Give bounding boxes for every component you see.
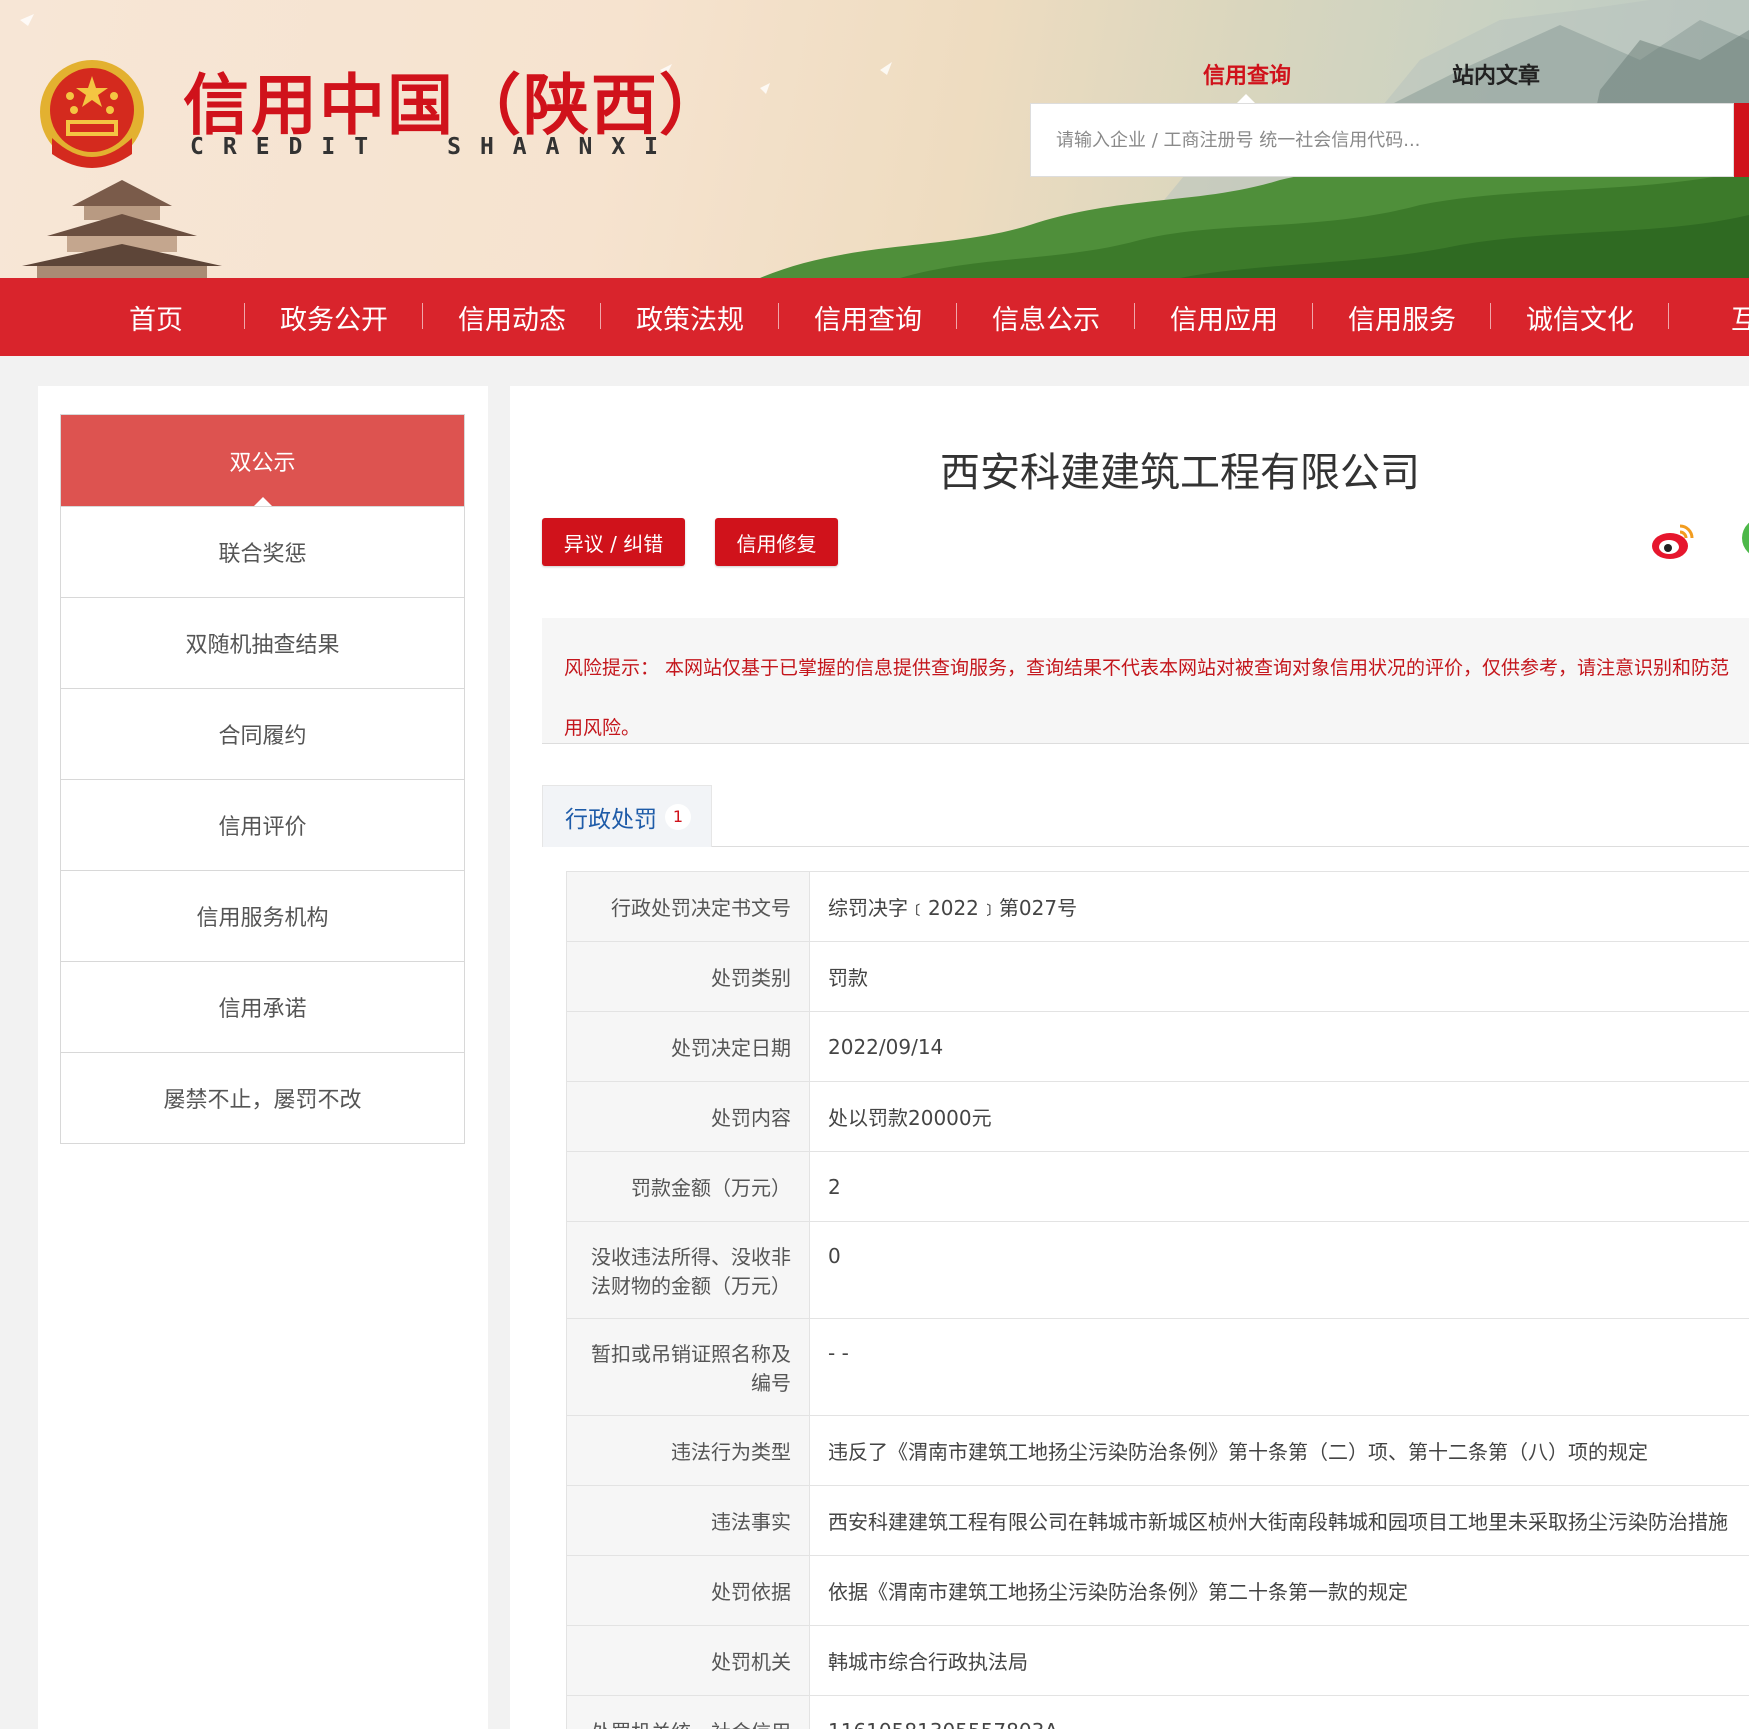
record-tabs: 行政处罚 1 bbox=[542, 785, 1749, 847]
field-value: 违反了《渭南市建筑工地扬尘污染防治条例》第十条第（二）项、第十二条第（八）项的规… bbox=[809, 1415, 1749, 1486]
tab-label: 行政处罚 bbox=[565, 806, 657, 833]
field-value: - - bbox=[809, 1318, 1749, 1416]
field-value: 2 bbox=[809, 1151, 1749, 1222]
field-value: 罚款 bbox=[809, 941, 1749, 1012]
weibo-share-icon[interactable] bbox=[1650, 518, 1698, 562]
sidebar-item-joint-rewards[interactable]: 联合奖惩 bbox=[61, 506, 464, 597]
field-label: 违法行为类型 bbox=[566, 1415, 810, 1486]
table-row: 行政处罚决定书文号 综罚决字﹝2022﹞第027号 bbox=[566, 871, 1749, 942]
main-nav: 首页 政务公开 信用动态 政策法规 信用查询 信息公示 信用应用 信用服务 诚信… bbox=[0, 278, 1749, 356]
site-subtitle: CREDIT SHAANXI bbox=[190, 134, 737, 160]
main-content: 西安科建建筑工程有限公司 异议 / 纠错 信用修复 风险提示： 本网站仅基于已掌… bbox=[510, 386, 1749, 1729]
field-label: 处罚内容 bbox=[566, 1081, 810, 1152]
field-label: 没收违法所得、没收非法财物的金额（万元） bbox=[566, 1221, 810, 1319]
field-label: 处罚机关 bbox=[566, 1625, 810, 1696]
nav-item-policy[interactable]: 政策法规 bbox=[601, 298, 779, 337]
company-name: 西安科建建筑工程有限公司 bbox=[940, 450, 1420, 496]
nav-item-public-info[interactable]: 信息公示 bbox=[957, 298, 1135, 337]
table-row: 违法行为类型 违反了《渭南市建筑工地扬尘污染防治条例》第十条第（二）项、第十二条第… bbox=[566, 1415, 1749, 1486]
credit-repair-button[interactable]: 信用修复 bbox=[715, 518, 838, 566]
field-value: 处以罚款20000元 bbox=[809, 1081, 1749, 1152]
table-row: 罚款金额（万元） 2 bbox=[566, 1151, 1749, 1222]
field-value: 2022/09/14 bbox=[809, 1011, 1749, 1082]
site-subtitle-credit: CREDIT bbox=[190, 134, 388, 160]
nav-item-credit-service[interactable]: 信用服务 bbox=[1313, 298, 1491, 337]
nav-item-home[interactable]: 首页 bbox=[67, 298, 245, 337]
sidebar-item-random-inspection[interactable]: 双随机抽查结果 bbox=[61, 597, 464, 688]
risk-notice: 风险提示： 本网站仅基于已掌握的信息提供查询服务，查询结果不代表本网站对被查询对… bbox=[542, 618, 1749, 744]
field-label: 处罚决定日期 bbox=[566, 1011, 810, 1082]
nav-item-credit-app[interactable]: 信用应用 bbox=[1135, 298, 1313, 337]
field-label: 处罚机关统一社会信用 bbox=[566, 1695, 810, 1729]
sidebar-item-double-publicity[interactable]: 双公示 bbox=[61, 415, 464, 507]
field-label: 违法事实 bbox=[566, 1485, 810, 1556]
nav-item-credit-news[interactable]: 信用动态 bbox=[423, 298, 601, 337]
tab-count-badge: 1 bbox=[665, 803, 691, 830]
wechat-share-icon[interactable] bbox=[1742, 518, 1749, 558]
pagoda-icon bbox=[22, 180, 222, 278]
field-label: 暂扣或吊销证照名称及编号 bbox=[566, 1318, 810, 1416]
field-label: 罚款金额（万元） bbox=[566, 1151, 810, 1222]
national-emblem-icon bbox=[40, 60, 144, 168]
nav-item-interaction[interactable]: 互动 bbox=[1669, 298, 1749, 337]
field-value: 韩城市综合行政执法局 bbox=[809, 1625, 1749, 1696]
table-row: 处罚内容 处以罚款20000元 bbox=[566, 1081, 1749, 1152]
field-value: 综罚决字﹝2022﹞第027号 bbox=[809, 871, 1749, 942]
field-value: 0 bbox=[809, 1221, 1749, 1319]
sidebar-item-service-agency[interactable]: 信用服务机构 bbox=[61, 870, 464, 961]
objection-button[interactable]: 异议 / 纠错 bbox=[542, 518, 685, 566]
table-row: 暂扣或吊销证照名称及编号 - - bbox=[566, 1318, 1749, 1416]
risk-notice-line2: 用风险。 bbox=[564, 717, 641, 739]
sidebar-item-credit-promise[interactable]: 信用承诺 bbox=[61, 961, 464, 1052]
penalty-detail-table: 行政处罚决定书文号 综罚决字﹝2022﹞第027号 处罚类别 罚款 处罚决定日期 20… bbox=[566, 871, 1749, 1729]
table-row: 没收违法所得、没收非法财物的金额（万元） 0 bbox=[566, 1221, 1749, 1319]
nav-item-gov-affairs[interactable]: 政务公开 bbox=[245, 298, 423, 337]
sidebar-menu: 双公示 联合奖惩 双随机抽查结果 合同履约 信用评价 信用服务机构 信用承诺 屡… bbox=[60, 414, 465, 1144]
field-label: 处罚类别 bbox=[566, 941, 810, 1012]
table-row: 处罚决定日期 2022/09/14 bbox=[566, 1011, 1749, 1082]
field-value: 西安科建建筑工程有限公司在韩城市新城区桢州大街南段韩城和园项目工地里未采取扬尘污… bbox=[809, 1485, 1749, 1556]
sidebar: 双公示 联合奖惩 双随机抽查结果 合同履约 信用评价 信用服务机构 信用承诺 屡… bbox=[38, 386, 488, 1729]
tab-administrative-penalty[interactable]: 行政处罚 1 bbox=[542, 785, 712, 847]
sidebar-item-credit-rating[interactable]: 信用评价 bbox=[61, 779, 464, 870]
risk-notice-line1: 风险提示： 本网站仅基于已掌握的信息提供查询服务，查询结果不代表本网站对被查询对… bbox=[564, 657, 1730, 679]
table-row: 处罚类别 罚款 bbox=[566, 941, 1749, 1012]
table-row: 违法事实 西安科建建筑工程有限公司在韩城市新城区桢州大街南段韩城和园项目工地里未采… bbox=[566, 1485, 1749, 1556]
search-button[interactable] bbox=[1734, 103, 1749, 177]
search-tab-credit[interactable]: 信用查询 bbox=[1203, 58, 1291, 90]
sidebar-item-repeat-offense[interactable]: 屡禁不止，屡罚不改 bbox=[61, 1052, 464, 1143]
site-subtitle-shaanxi: SHAANXI bbox=[447, 134, 678, 160]
field-label: 行政处罚决定书文号 bbox=[566, 871, 810, 942]
search-tab-articles[interactable]: 站内文章 bbox=[1452, 58, 1540, 90]
table-row: 处罚依据 依据《渭南市建筑工地扬尘污染防治条例》第二十条第一款的规定 bbox=[566, 1555, 1749, 1626]
search-box bbox=[1030, 103, 1734, 177]
field-value: 依据《渭南市建筑工地扬尘污染防治条例》第二十条第一款的规定 bbox=[809, 1555, 1749, 1626]
table-row: 处罚机关统一社会信用11610581305557803A bbox=[566, 1695, 1749, 1729]
field-value: 11610581305557803A bbox=[809, 1695, 1749, 1729]
nav-item-integrity-culture[interactable]: 诚信文化 bbox=[1491, 298, 1669, 337]
sidebar-item-contract[interactable]: 合同履约 bbox=[61, 688, 464, 779]
search-input[interactable] bbox=[1031, 104, 1733, 176]
site-banner: 信用中国（陕西） CREDIT SHAANXI 信用查询 站内文章 bbox=[0, 0, 1749, 278]
table-row: 处罚机关 韩城市综合行政执法局 bbox=[566, 1625, 1749, 1696]
nav-item-credit-query[interactable]: 信用查询 bbox=[779, 298, 957, 337]
field-label: 处罚依据 bbox=[566, 1555, 810, 1626]
